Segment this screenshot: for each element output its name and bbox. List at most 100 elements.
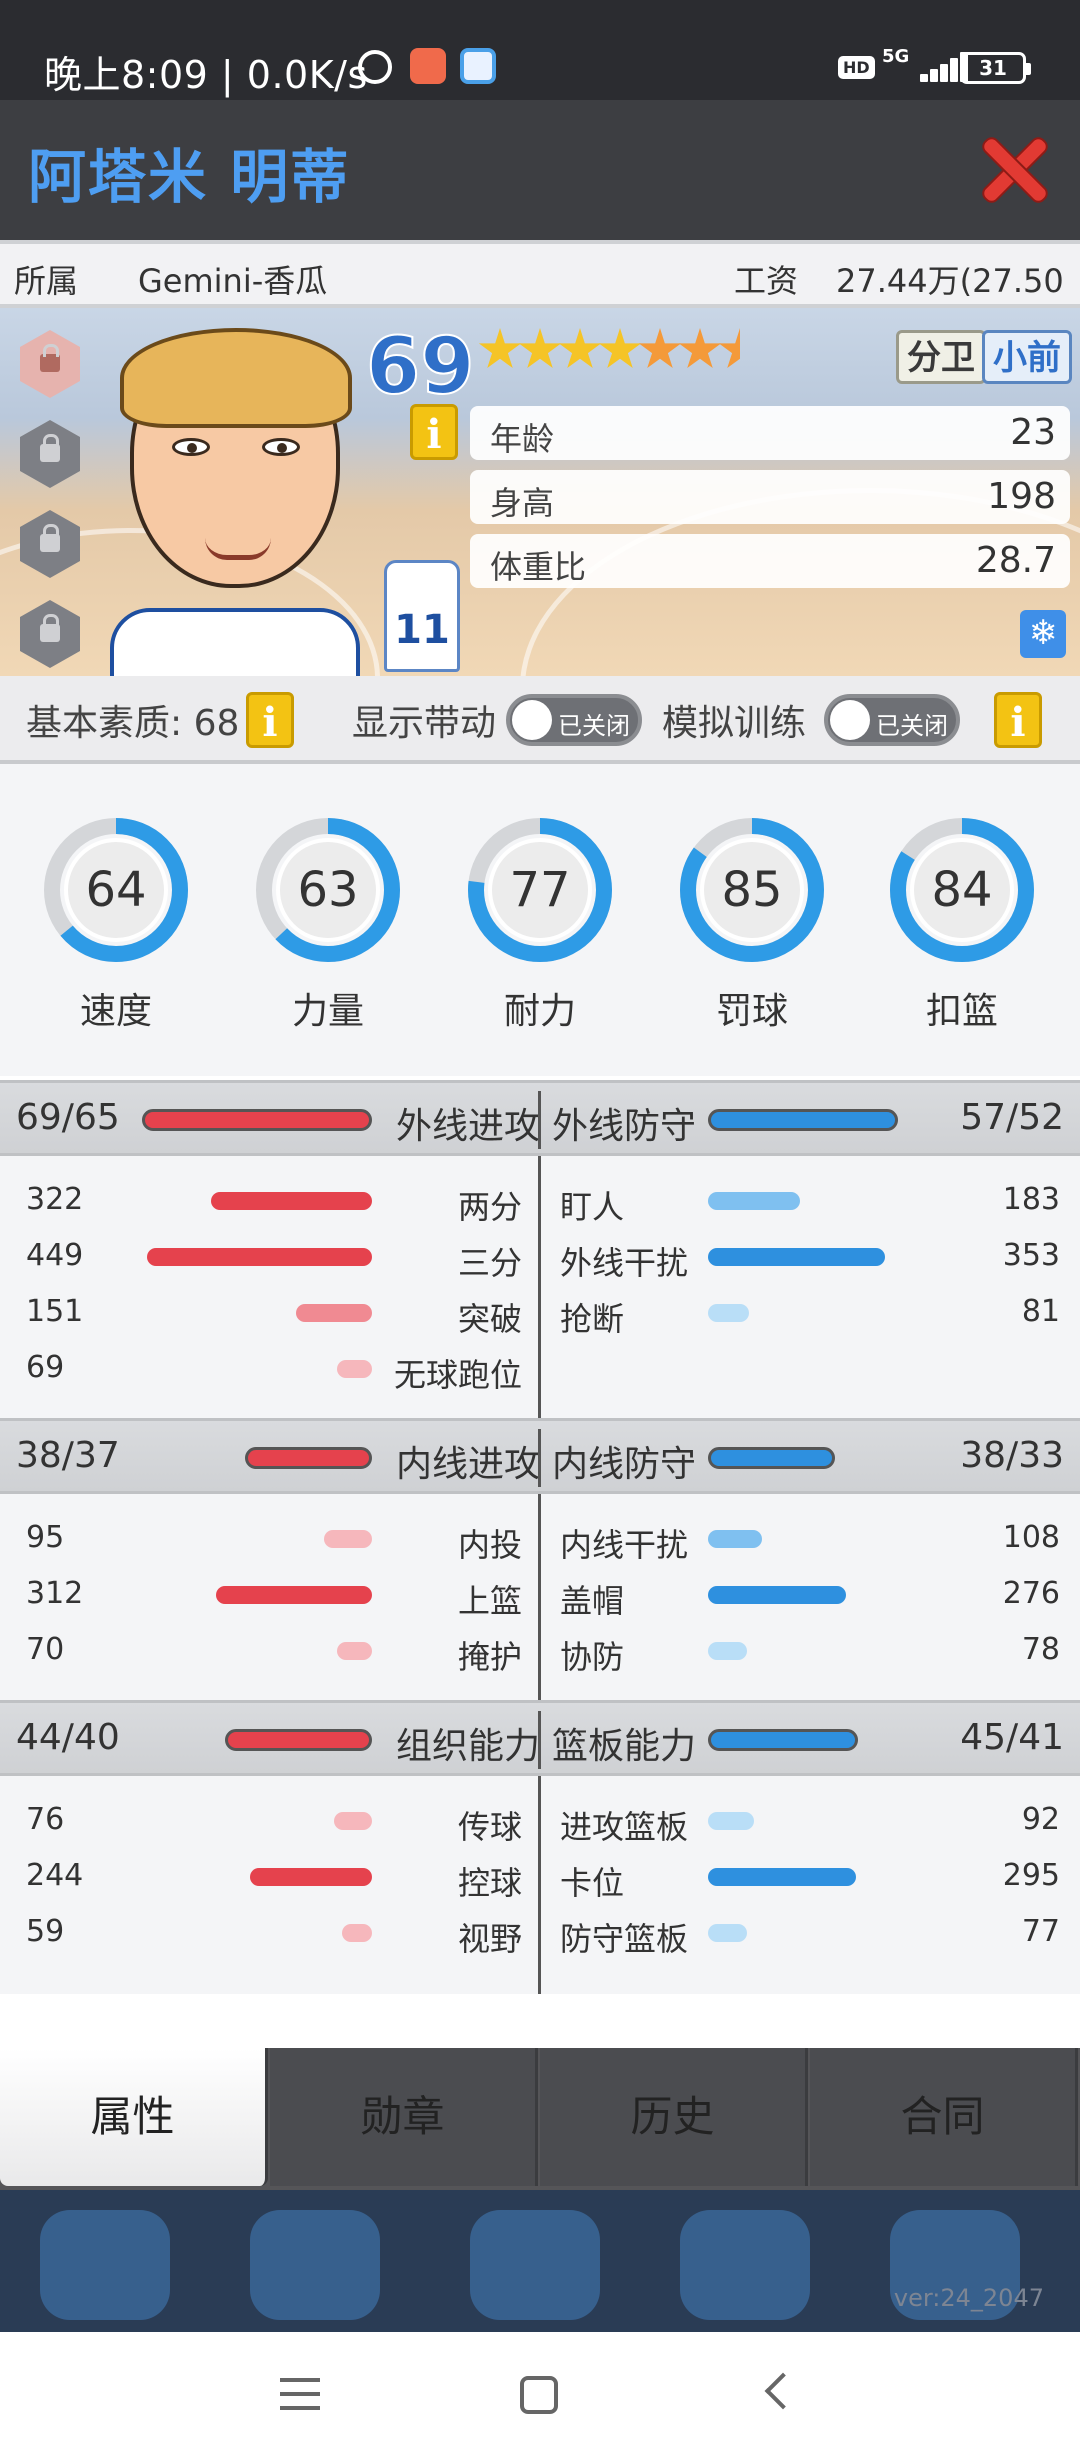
gauge-label: 速度: [79, 991, 152, 1032]
player-eye: [172, 438, 210, 456]
stat-value: 276: [1002, 1576, 1060, 1611]
salary-label: 工资: [734, 262, 799, 300]
divider: [538, 1091, 541, 1149]
star-icon: [718, 328, 762, 369]
player-hair: [120, 328, 352, 428]
stat-label: 突破: [457, 1300, 522, 1338]
lock-icon: [40, 614, 60, 642]
toggle-knob: [512, 700, 552, 740]
section-title-left: 组织能力: [396, 1726, 541, 1767]
stat-label: 进攻篮板: [560, 1808, 689, 1846]
hd-icon: HD: [838, 56, 875, 79]
section-score-left: 69/65: [16, 1097, 120, 1138]
status-time: 晚上8:09 | 0.0K/s: [44, 53, 368, 97]
gauge-ring: 84: [890, 818, 1034, 962]
gauge-ring: 64: [44, 818, 188, 962]
star-icon: [478, 328, 522, 369]
stat-bar: [250, 1868, 372, 1886]
team-value: Gemini-香瓜: [138, 262, 328, 300]
jersey-number-icon: 11: [384, 560, 460, 672]
badge-slot-locked[interactable]: [20, 420, 80, 488]
dock-icon[interactable]: [250, 2210, 380, 2320]
stat-value: 151: [26, 1294, 84, 1329]
section-rows: 322 两分 449 三分 151 突破 69 无球跑位 盯人 183 外线干扰 353 抢断 81: [0, 1156, 1080, 1430]
stat-value: 244: [26, 1858, 84, 1893]
tab-2[interactable]: 历史: [540, 2048, 808, 2186]
stat-label: 传球: [457, 1808, 522, 1846]
alarm-icon: [358, 50, 392, 84]
stat-bar: [337, 1360, 372, 1378]
toggle-knob: [830, 700, 870, 740]
gauge-ring: 63: [256, 818, 400, 962]
stat-value: 70: [26, 1632, 65, 1667]
stat-value: 23: [1010, 412, 1056, 453]
app-notification-icon: [410, 48, 446, 84]
gauge-value: 84: [931, 862, 992, 918]
gauge-1: 63 力量: [248, 810, 408, 1034]
tab-1[interactable]: 勋章: [270, 2048, 538, 2186]
stat-value: 322: [26, 1182, 84, 1217]
gauge-value: 77: [509, 862, 570, 918]
gauge-2: 77 耐力: [460, 810, 620, 1034]
gauge-value: 63: [297, 862, 358, 918]
position-tag-secondary: 小前: [982, 330, 1072, 384]
gauge-0: 64 速度: [36, 810, 196, 1034]
stat-bar: [342, 1924, 372, 1942]
dock-icon[interactable]: [470, 2210, 600, 2320]
gauge-label: 扣篮: [925, 991, 998, 1032]
stat-value: 95: [26, 1520, 65, 1555]
gauge-ring: 77: [468, 818, 612, 962]
gauge-label: 耐力: [503, 991, 576, 1032]
stat-label: 防守篮板: [560, 1920, 689, 1958]
base-quality-label: 基本素质: 68: [26, 703, 240, 744]
stat-value: 81: [1021, 1294, 1060, 1329]
stat-label: 身高: [490, 484, 555, 522]
attribute-gauges: 64 速度 63 力量 77 耐力 85 罚球 84 扣篮: [0, 764, 1080, 1076]
stat-bar: [708, 1642, 747, 1660]
title-bar: 阿塔米 明蒂: [0, 100, 1080, 240]
close-icon[interactable]: [978, 134, 1050, 206]
divider: [538, 1429, 541, 1487]
section-bar-left: [142, 1109, 372, 1131]
tab-3[interactable]: 合同: [810, 2048, 1078, 2186]
overall-rating: 69: [365, 321, 476, 413]
stat-bar: [708, 1304, 749, 1322]
badge-slot-1[interactable]: [20, 330, 80, 398]
section-bar-left: [225, 1729, 372, 1751]
section-bar-right: [708, 1447, 835, 1469]
section-title-right: 篮板能力: [552, 1726, 697, 1767]
info-button[interactable]: i: [410, 404, 458, 460]
gauge-value: 85: [721, 862, 782, 918]
snowflake-icon[interactable]: ❄: [1020, 610, 1066, 658]
gauge-ring: 85: [680, 818, 824, 962]
stat-label: 年龄: [490, 420, 555, 458]
info-button[interactable]: i: [994, 692, 1042, 748]
dock-icon[interactable]: [40, 2210, 170, 2320]
show-effect-toggle[interactable]: 已关闭: [506, 694, 642, 746]
stat-bar: [211, 1192, 372, 1210]
stat-bar: [216, 1586, 372, 1604]
stat-label: 内线干扰: [560, 1526, 689, 1564]
star-icon: [678, 328, 722, 369]
back-icon[interactable]: [764, 2372, 802, 2410]
chat-notification-icon: [460, 48, 496, 84]
divider: [538, 1776, 541, 1994]
tab-0[interactable]: 属性: [0, 2048, 268, 2186]
badge-icon: [40, 344, 60, 372]
section-header: 38/37 内线进攻 内线防守 38/33: [0, 1418, 1080, 1494]
sim-training-label: 模拟训练: [662, 703, 807, 744]
stat-bar: [337, 1642, 372, 1660]
system-nav-bar: [0, 2332, 1080, 2460]
section-bar-right: [708, 1109, 898, 1131]
section-score-left: 44/40: [16, 1717, 120, 1758]
home-icon[interactable]: [520, 2376, 558, 2414]
stat-label: 控球: [457, 1864, 522, 1902]
menu-icon[interactable]: [280, 2378, 320, 2412]
stat-bar: [708, 1530, 762, 1548]
dock-icon[interactable]: [680, 2210, 810, 2320]
info-button[interactable]: i: [246, 692, 294, 748]
stat-bar: [708, 1248, 885, 1266]
info-icon: i: [426, 411, 442, 458]
stat-value: 28.7: [975, 540, 1056, 581]
sim-training-toggle[interactable]: 已关闭: [824, 694, 960, 746]
